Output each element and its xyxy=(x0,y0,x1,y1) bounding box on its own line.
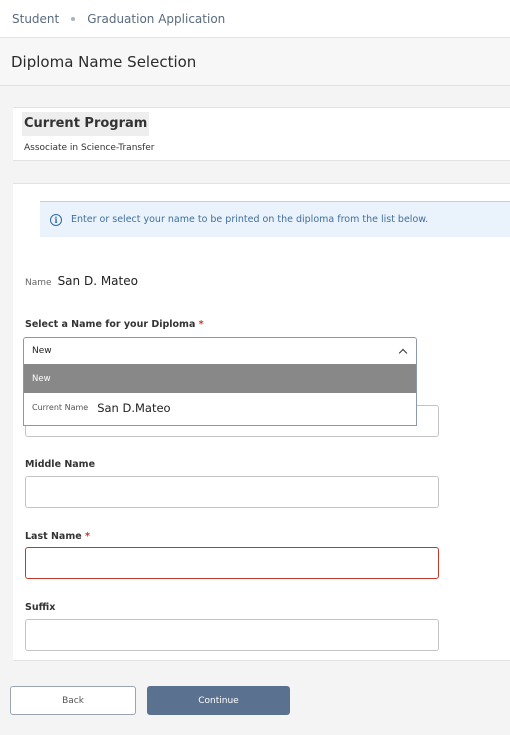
breadcrumb-item-graduation-application[interactable]: Graduation Application xyxy=(87,12,225,26)
last-name-label: Last Name * xyxy=(25,531,90,542)
suffix-label-text: Suffix xyxy=(25,602,56,613)
option-new-label: New xyxy=(32,373,51,384)
suffix-label: Suffix xyxy=(25,602,55,613)
info-banner: i Enter or select your name to be printe… xyxy=(40,201,510,237)
option-current-name[interactable]: Current Name San D.Mateo xyxy=(24,393,416,422)
current-program-card: Current Program Associate in Science-Tra… xyxy=(13,107,510,161)
option-current-name-value: San D.Mateo xyxy=(97,400,171,415)
name-label: Name xyxy=(25,278,52,288)
required-marker: * xyxy=(84,531,90,542)
name-value: San D. Mateo xyxy=(57,274,138,288)
page-title: Diploma Name Selection xyxy=(11,52,197,71)
continue-button[interactable]: Continue xyxy=(147,686,290,715)
page-title-bar: Diploma Name Selection xyxy=(0,38,510,86)
name-display: Name San D. Mateo xyxy=(25,274,138,288)
breadcrumb: Student Graduation Application xyxy=(0,0,510,38)
middle-name-label: Middle Name xyxy=(25,459,95,470)
diploma-name-select-label-text: Select a Name for your Diploma xyxy=(25,319,196,330)
back-button-label: Back xyxy=(62,695,84,706)
middle-name-input[interactable] xyxy=(25,476,439,508)
required-marker: * xyxy=(198,319,204,330)
diploma-name-form: i Enter or select your name to be printe… xyxy=(13,183,510,661)
last-name-input[interactable] xyxy=(25,547,439,579)
info-banner-text: Enter or select your name to be printed … xyxy=(71,214,429,225)
diploma-name-select-value: New xyxy=(32,346,52,356)
breadcrumb-item-student[interactable]: Student xyxy=(12,12,59,26)
diploma-name-select-label: Select a Name for your Diploma * xyxy=(25,319,204,330)
info-icon: i xyxy=(50,213,62,226)
last-name-label-text: Last Name xyxy=(25,531,82,542)
suffix-input[interactable] xyxy=(25,619,439,651)
middle-name-label-text: Middle Name xyxy=(25,459,96,470)
option-current-name-prefix: Current Name xyxy=(32,403,89,412)
diploma-name-select[interactable]: New xyxy=(23,337,417,364)
chevron-up-icon xyxy=(398,348,408,357)
option-new[interactable]: New xyxy=(24,364,416,393)
current-program-heading: Current Program xyxy=(22,112,150,136)
continue-button-label: Continue xyxy=(198,695,239,706)
back-button[interactable]: Back xyxy=(10,686,136,715)
diploma-name-options: New Current Name San D.Mateo xyxy=(23,364,417,426)
breadcrumb-separator-dot xyxy=(71,16,76,21)
current-program-value: Associate in Science-Transfer xyxy=(24,143,155,153)
